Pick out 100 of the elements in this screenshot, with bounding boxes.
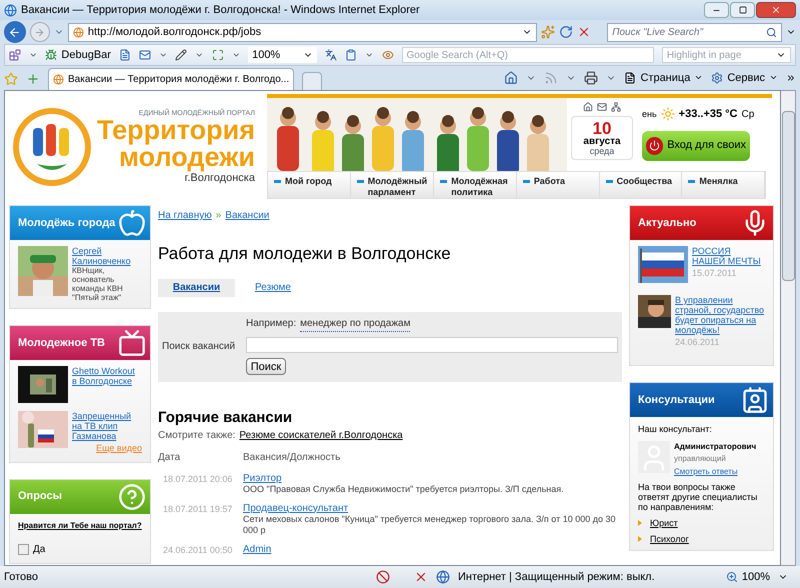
news-link[interactable]: В управлении страной, государство будет опираться на молодёжь! xyxy=(675,295,765,335)
eye-icon[interactable] xyxy=(382,48,394,62)
example-label: Например: xyxy=(246,316,296,330)
news-date: 15.07.2011 xyxy=(692,268,738,278)
pen-icon[interactable] xyxy=(175,48,188,62)
date-cell-text: 18.07.2011 20:06 xyxy=(162,472,234,486)
video-link[interactable]: Ghetto Workout в Волгодонске xyxy=(72,366,142,403)
translate-icon[interactable] xyxy=(325,48,338,62)
vacancy-description: Сети меховых салонов "Куница" требуется менеджер торгового зала. З/п от 10 000 до 30 000 р xyxy=(243,514,616,536)
card-title: Актуально xyxy=(638,216,696,231)
city-label: г.Волгодонска xyxy=(184,172,255,184)
weather-text: Ср xyxy=(742,108,754,122)
site-icon xyxy=(53,74,64,85)
card-title: Консультации xyxy=(638,392,715,408)
person-link[interactable]: Сергей Калиновченко xyxy=(72,246,142,266)
vacancy-link[interactable]: Продавец-консультант xyxy=(243,502,348,514)
maximize-button[interactable] xyxy=(730,2,755,18)
bug-icon xyxy=(45,49,58,61)
breadcrumb-separator: » xyxy=(216,209,222,223)
consultant-role: управляющий xyxy=(674,452,727,464)
clipboard-icon[interactable] xyxy=(345,48,358,62)
privacy-icon[interactable] xyxy=(376,570,390,584)
login-button[interactable]: Вход для своих xyxy=(642,130,750,160)
consult-note: На твои вопросы также ответят другие специалисты по направлениям: xyxy=(638,482,758,512)
page-icon xyxy=(624,72,636,84)
news-date: 24.06.2011 xyxy=(675,337,720,347)
date-cell-text: 24.06.2011 00:50 xyxy=(162,544,234,556)
search-button[interactable]: Поиск xyxy=(246,358,286,374)
see-also-link[interactable]: Резюме соискателей г.Волгодонска xyxy=(239,428,403,442)
card-title: Молодежное ТВ xyxy=(18,336,105,351)
home-icon[interactable] xyxy=(504,70,518,85)
card-title: Опросы xyxy=(18,489,62,504)
nav-link[interactable]: Молодёжная политика xyxy=(434,172,517,198)
specialist-link[interactable]: Юрист xyxy=(650,518,678,528)
nav-link[interactable]: Менялка xyxy=(682,172,766,198)
answers-link[interactable]: Смотреть ответы xyxy=(674,466,738,476)
breadcrumb-link[interactable]: Вакансии xyxy=(225,208,270,223)
news-link[interactable]: РОССИЯ НАШЕЙ МЕЧТЫ xyxy=(692,246,765,266)
date-month: августа xyxy=(583,137,621,147)
card-title: Молодёжь города xyxy=(18,216,116,231)
back-button[interactable] xyxy=(4,21,26,43)
window-title: Вакансии — Территория молодёжи г. Волгодонска! - Windows Internet Explorer xyxy=(21,2,420,18)
breadcrumb-link[interactable]: На главную xyxy=(158,208,212,223)
power-icon xyxy=(649,140,660,151)
status-text: Готово xyxy=(4,570,38,585)
page-menu-button[interactable]: Страница xyxy=(624,70,704,86)
checkbox[interactable] xyxy=(18,544,29,554)
tv-icon xyxy=(118,329,146,357)
search-icon xyxy=(766,26,778,38)
vacancy-link[interactable]: Риэлтор xyxy=(243,472,282,484)
page-icon[interactable] xyxy=(118,48,131,62)
tab[interactable]: Вакансии xyxy=(158,278,235,296)
search-field[interactable]: Поиск "Live Search" xyxy=(607,22,782,42)
sitemap-icon[interactable] xyxy=(611,102,621,112)
nav-link[interactable]: Мой город xyxy=(268,172,351,198)
temperature: +33..+35 °C xyxy=(678,107,738,122)
search-input[interactable] xyxy=(246,336,618,352)
id-card-icon xyxy=(741,386,769,414)
tab[interactable]: Резюме xyxy=(239,278,307,296)
browser-tab[interactable]: Вакансии — Территория молодёжи г. Волгодо... xyxy=(48,68,294,90)
logo-title: молодежи xyxy=(119,144,255,170)
blocks-icon[interactable] xyxy=(9,48,21,62)
consultant-label: Наш консультант: xyxy=(638,423,713,436)
see-also-label: Смотрите также: xyxy=(158,428,236,442)
example-link[interactable]: менеджер по продажам xyxy=(300,316,410,332)
date-weekday: среда xyxy=(590,147,614,156)
column-header: Дата xyxy=(158,450,182,464)
print-icon[interactable] xyxy=(584,70,598,85)
nav-link[interactable]: Молодёжный парламент xyxy=(350,172,434,198)
specialist-link[interactable]: Психолог xyxy=(650,534,689,544)
zoom-button[interactable]: 100% xyxy=(726,568,770,586)
add-favorite-icon[interactable] xyxy=(26,72,40,86)
expand-icon[interactable] xyxy=(212,48,224,62)
zone-text: Интернет | Защищенный режим: выкл. xyxy=(458,570,655,585)
logo-icon xyxy=(11,106,93,188)
close-button[interactable] xyxy=(756,2,796,18)
address-field[interactable]: http://молодой.волгодонск.рф/jobs xyxy=(68,22,538,42)
globe-icon xyxy=(436,570,450,584)
more-icon[interactable] xyxy=(786,72,796,83)
date-day: 10 xyxy=(592,120,612,137)
vacancy-link[interactable]: Admin xyxy=(243,544,272,554)
gear-icon xyxy=(711,72,724,84)
mail-icon[interactable] xyxy=(597,102,607,112)
debugbar-button[interactable]: DebugBar xyxy=(45,46,111,64)
refresh-icon[interactable] xyxy=(559,25,574,39)
nav-link[interactable]: Сообщества xyxy=(600,172,682,198)
mail-icon[interactable] xyxy=(138,48,151,62)
consultant-name: Администраторович xyxy=(674,440,756,452)
browser-icon xyxy=(4,4,17,16)
option-label: Да xyxy=(33,542,46,556)
search-label: Поиск вакансий xyxy=(162,340,236,354)
apple-icon xyxy=(118,209,146,237)
zoom-select[interactable]: 100% xyxy=(248,47,318,63)
site-icon xyxy=(72,26,84,38)
logo-title: Территория xyxy=(97,116,255,144)
tools-menu-button[interactable]: Сервис xyxy=(711,70,778,86)
poll-question: Нравится ли Тебе наш портал? xyxy=(18,520,142,532)
nav-link[interactable]: Работа xyxy=(516,172,600,198)
section-heading: Горячие вакансии xyxy=(158,410,294,424)
home-icon[interactable] xyxy=(583,102,593,112)
